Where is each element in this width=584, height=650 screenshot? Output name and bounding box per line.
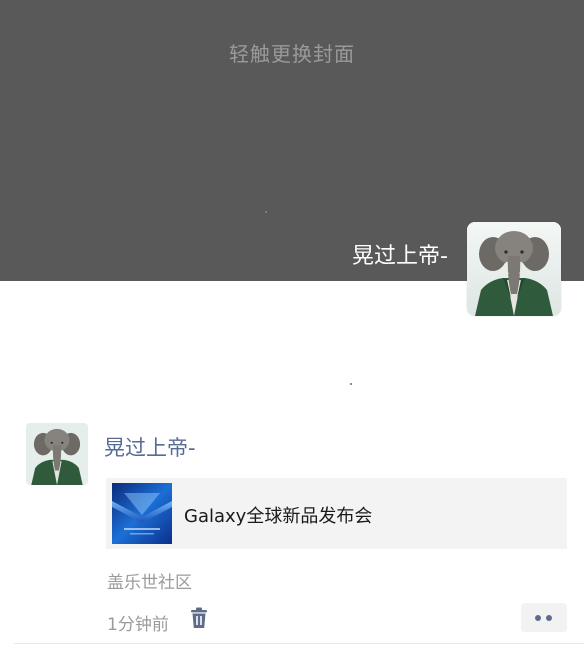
elephant-avatar-icon xyxy=(467,222,561,316)
post-author-name[interactable]: 晃过上帝- xyxy=(104,432,196,462)
more-dot xyxy=(546,615,552,621)
trash-icon[interactable] xyxy=(190,607,208,629)
divider-dot xyxy=(350,383,352,385)
card-title: Galaxy全球新品发布会 xyxy=(184,506,373,527)
post-time: 1分钟前 xyxy=(107,615,169,635)
more-dot xyxy=(535,615,541,621)
more-dots-icon[interactable] xyxy=(521,603,567,632)
profile-name: 晃过上帝- xyxy=(352,244,448,269)
elephant-avatar-icon xyxy=(26,423,88,485)
shared-link-card[interactable]: Galaxy全球新品发布会 xyxy=(106,478,567,549)
change-cover-hint[interactable]: 轻触更换封面 xyxy=(0,38,584,67)
post-divider xyxy=(14,643,584,644)
cover-dot xyxy=(265,211,267,213)
profile-avatar[interactable] xyxy=(467,222,561,316)
moments-page: 轻触更换封面 晃过上帝- 晃过上帝- Galaxy全球新品发布会 盖乐世社区 1… xyxy=(0,0,584,650)
galaxy-event-thumbnail-icon xyxy=(112,483,172,544)
post-source[interactable]: 盖乐世社区 xyxy=(107,568,192,593)
post-author-avatar[interactable] xyxy=(26,423,88,485)
